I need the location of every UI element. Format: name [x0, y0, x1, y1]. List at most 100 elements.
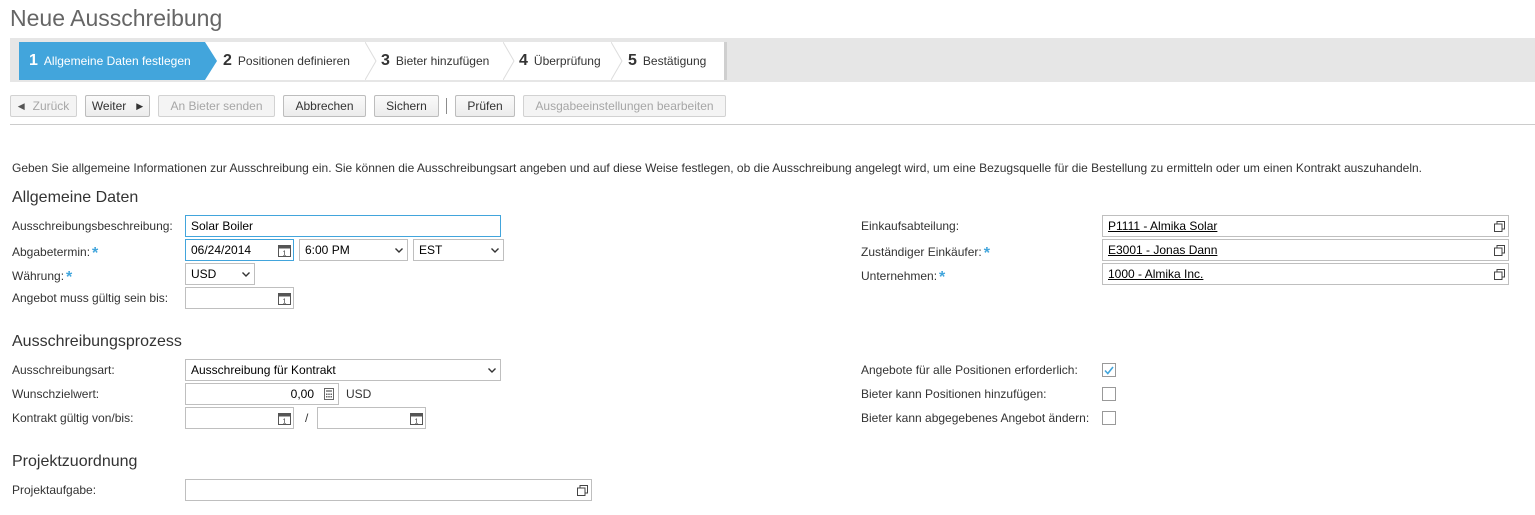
change-bid-label: Bieter kann abgegebenes Angebot ändern: [861, 411, 1090, 425]
chevron-down-icon [487, 240, 503, 260]
step-label: Positionen definieren [237, 54, 350, 68]
calendar-icon[interactable]: 1 [407, 408, 425, 428]
contract-to-input[interactable]: 1 [317, 407, 426, 429]
add-items-checkbox[interactable] [1102, 387, 1116, 401]
send-to-bidders-button[interactable]: An Bieter senden [158, 95, 275, 117]
description-value: Solar Boiler [191, 219, 254, 233]
next-button-label: Weiter [91, 99, 127, 113]
wizard-step-2[interactable]: 2 Positionen definieren [217, 42, 365, 80]
buyer-label: Zuständiger Einkäufer: * [861, 243, 990, 262]
step-label: Bestätigung [642, 54, 707, 68]
toolbar-divider-line [10, 124, 1535, 125]
back-button[interactable]: ◀ Zurück [10, 95, 77, 117]
toolbar-divider [446, 98, 447, 114]
svg-text:1: 1 [282, 418, 286, 425]
deadline-label-text: Abgabetermin: [12, 245, 91, 259]
step-label: Allgemeine Daten festlegen [43, 54, 191, 68]
step-separator-icon [503, 42, 515, 80]
calculator-icon[interactable] [320, 384, 338, 404]
value-help-icon[interactable] [1490, 216, 1508, 236]
target-value-input[interactable]: 0,00 [185, 383, 339, 405]
wizard-step-5[interactable]: 5 Bestätigung [628, 42, 720, 80]
bids-all-items-label: Angebote für alle Positionen erforderlic… [861, 363, 1078, 377]
timezone-value: EST [419, 243, 443, 257]
svg-text:1: 1 [282, 250, 286, 257]
rfq-type-label: Ausschreibungsart: [12, 363, 115, 377]
step-label: Bieter hinzufügen [395, 54, 490, 68]
step-separator-icon [365, 42, 377, 80]
currency-select[interactable]: USD [185, 263, 255, 285]
deadline-date-input[interactable]: 06/24/2014 1 [185, 239, 294, 261]
project-task-input[interactable] [185, 479, 592, 501]
required-asterisk-icon: * [66, 269, 73, 286]
company-input[interactable]: 1000 - Almika Inc. [1102, 263, 1509, 285]
description-label: Ausschreibungsbeschreibung: [12, 219, 173, 233]
value-help-icon[interactable] [1490, 240, 1508, 260]
calendar-icon[interactable]: 1 [275, 408, 293, 428]
rfq-type-select[interactable]: Ausschreibung für Kontrakt [185, 359, 501, 381]
valid-until-label: Angebot muss gültig sein bis: [12, 291, 169, 305]
target-currency: USD [346, 387, 372, 401]
currency-value: USD [191, 267, 217, 281]
rfq-type-value: Ausschreibung für Kontrakt [191, 363, 336, 377]
purch-dept-value[interactable]: P1111 - Almika Solar [1108, 219, 1490, 233]
buyer-value[interactable]: E3001 - Jonas Dann [1108, 243, 1490, 257]
step-number: 5 [628, 52, 637, 69]
section-title-general: Allgemeine Daten [12, 189, 139, 206]
chevron-right-icon: ▶ [136, 100, 144, 111]
chevron-down-icon [391, 240, 407, 260]
step-number: 3 [381, 52, 390, 69]
check-button[interactable]: Prüfen [455, 95, 515, 117]
step-number: 2 [223, 52, 232, 69]
next-button[interactable]: Weiter ▶ [85, 95, 150, 117]
deadline-time-select[interactable]: 6:00 PM [299, 239, 408, 261]
purch-dept-label: Einkaufsabteilung: [861, 219, 960, 233]
company-value[interactable]: 1000 - Almika Inc. [1108, 267, 1490, 281]
currency-label: Währung: * [12, 267, 73, 286]
wizard-steps: 1 Allgemeine Daten festlegen 2 Positione… [19, 42, 727, 80]
step-separator-icon [611, 42, 623, 80]
purch-dept-input[interactable]: P1111 - Almika Solar [1102, 215, 1509, 237]
value-help-icon[interactable] [573, 480, 591, 500]
chevron-down-icon [484, 360, 500, 380]
step-number: 4 [519, 52, 528, 69]
step-label: Überprüfung [533, 54, 601, 68]
required-asterisk-icon: * [92, 245, 99, 262]
cancel-button[interactable]: Abbrechen [283, 95, 366, 117]
company-label: Unternehmen: * [861, 267, 946, 286]
calendar-icon[interactable]: 1 [275, 288, 293, 308]
wizard-step-4[interactable]: 4 Überprüfung [519, 42, 611, 80]
required-asterisk-icon: * [939, 269, 946, 286]
save-button[interactable]: Sichern [374, 95, 439, 117]
buyer-label-text: Zuständiger Einkäufer: [861, 245, 982, 259]
value-help-icon[interactable] [1490, 264, 1508, 284]
company-label-text: Unternehmen: [861, 269, 938, 283]
intro-text: Geben Sie allgemeine Informationen zur A… [12, 161, 1423, 175]
chevron-left-icon: ◀ [17, 100, 25, 111]
output-settings-button[interactable]: Ausgabeeinstellungen bearbeiten [523, 95, 726, 117]
step-number: 1 [29, 52, 38, 69]
target-value: 0,00 [290, 387, 314, 401]
chevron-down-icon [238, 264, 254, 284]
currency-label-text: Währung: [12, 269, 65, 283]
required-asterisk-icon: * [983, 245, 990, 262]
bids-all-items-checkbox[interactable] [1102, 363, 1116, 377]
checkmark-icon [1104, 366, 1114, 375]
deadline-label: Abgabetermin: * [12, 243, 99, 262]
contract-date-separator: / [305, 411, 309, 425]
add-items-label: Bieter kann Positionen hinzufügen: [861, 387, 1047, 401]
deadline-time-value: 6:00 PM [305, 243, 350, 257]
change-bid-checkbox[interactable] [1102, 411, 1116, 425]
contract-validity-label: Kontrakt gültig von/bis: [12, 411, 134, 425]
buyer-input[interactable]: E3001 - Jonas Dann [1102, 239, 1509, 261]
page-title: Neue Ausschreibung [10, 5, 223, 31]
description-input[interactable]: Solar Boiler [185, 215, 501, 237]
valid-until-input[interactable]: 1 [185, 287, 294, 309]
project-task-label: Projektaufgabe: [12, 483, 97, 497]
wizard-step-1[interactable]: 1 Allgemeine Daten festlegen [19, 42, 217, 80]
contract-from-input[interactable]: 1 [185, 407, 294, 429]
timezone-select[interactable]: EST [413, 239, 504, 261]
svg-text:1: 1 [282, 298, 286, 305]
wizard-step-3[interactable]: 3 Bieter hinzufügen [381, 42, 503, 80]
calendar-icon[interactable]: 1 [275, 240, 293, 260]
